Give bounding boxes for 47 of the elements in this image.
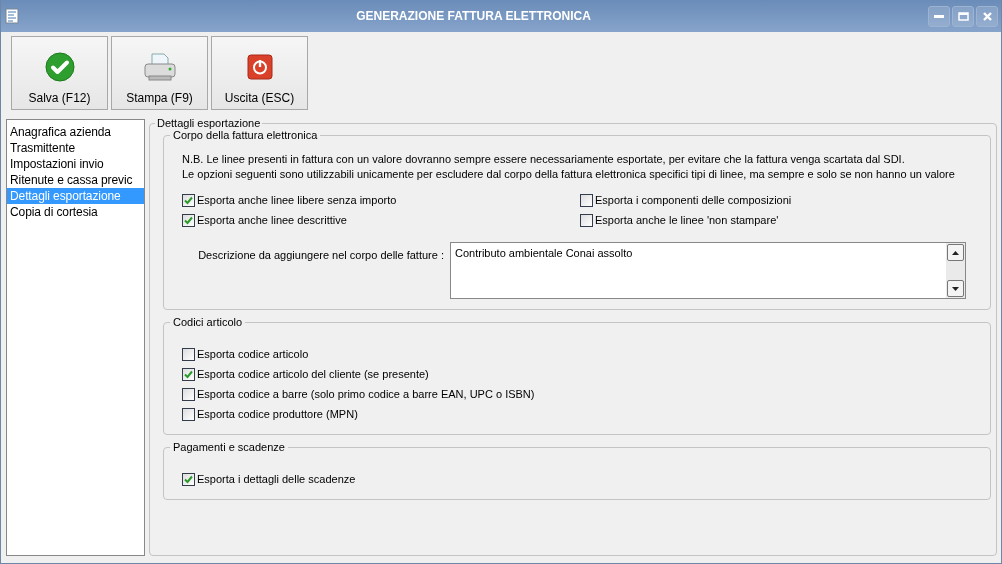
- power-icon: [246, 54, 273, 80]
- checkbox-label: Esporta anche linee descrittive: [197, 214, 347, 226]
- scroll-down-icon[interactable]: [947, 280, 964, 297]
- checkbox-label: Esporta codice articolo: [197, 348, 309, 360]
- minimize-button[interactable]: [928, 5, 950, 27]
- printer-icon: [142, 52, 177, 82]
- group-title: Pagamenti e scadenze: [172, 441, 286, 453]
- sidebar-item[interactable]: Ritenute e cassa previc: [7, 172, 144, 188]
- checkbox[interactable]: [182, 193, 195, 207]
- checkbox-label: Esporta anche linee libere senza importo: [197, 194, 397, 206]
- checkbox-label: Esporta codice produttore (MPN): [197, 408, 358, 420]
- maximize-icon: [957, 11, 969, 21]
- checkbox[interactable]: [182, 347, 195, 361]
- sidebar-item[interactable]: Trasmittente: [7, 140, 144, 156]
- sidebar-item[interactable]: Anagrafica azienda: [7, 124, 144, 140]
- close-icon: [982, 11, 992, 21]
- note-text: N.B. Le linee presenti in fattura con un valore dovranno sempre essere necessariamente esportate, per evitare che la fattura venga scartata dal SDI.: [182, 153, 906, 165]
- minimize-icon: [934, 14, 944, 18]
- window-title: GENERAZIONE FATTURA ELETTRONICA: [355, 9, 592, 23]
- sidebar-item[interactable]: Impostazioni invio: [7, 156, 144, 172]
- maximize-button[interactable]: [952, 5, 974, 27]
- sidebar-item[interactable]: Copia di cortesia: [7, 204, 144, 220]
- group-title: Corpo della fattura elettronica: [172, 129, 319, 141]
- checkbox[interactable]: [182, 472, 195, 486]
- save-button[interactable]: Salva (F12): [11, 36, 108, 110]
- description-field[interactable]: Contributo ambientale Conai assolto: [450, 242, 966, 299]
- checkbox[interactable]: [580, 193, 593, 207]
- checkbox-label: Esporta anche le linee 'non stampare': [595, 214, 779, 226]
- close-button[interactable]: [976, 5, 998, 27]
- print-button[interactable]: Stampa (F9): [111, 36, 208, 110]
- check-circle-icon: [44, 52, 75, 82]
- checkbox-label: Esporta i dettagli delle scadenze: [197, 473, 356, 485]
- document-icon: [5, 8, 19, 24]
- panel-title: Dettagli esportazione: [156, 117, 262, 129]
- checkbox[interactable]: [580, 213, 593, 227]
- checkbox[interactable]: [182, 367, 195, 381]
- checkbox-label: Esporta codice a barre (solo primo codice a barre EAN, UPC o ISBN): [197, 388, 535, 400]
- description-label: Descrizione da aggiungere nel corpo delle fatture :: [197, 248, 445, 261]
- group-title: Codici articolo: [172, 316, 244, 328]
- checkbox[interactable]: [182, 407, 195, 421]
- exit-button[interactable]: Uscita (ESC): [211, 36, 308, 110]
- checkbox-label: Esporta i componenti delle composizioni: [595, 194, 792, 206]
- checkbox[interactable]: [182, 213, 195, 227]
- checkbox[interactable]: [182, 387, 195, 401]
- checkbox-label: Esporta codice articolo del cliente (se presente): [197, 368, 429, 380]
- note-text: Le opzioni seguenti sono utilizzabili unicamente per escludere dal corpo della fattura elettronica specifici tipi di linee, ma sempre e solo se non hanno un valore: [182, 168, 956, 180]
- scroll-up-icon[interactable]: [947, 244, 964, 261]
